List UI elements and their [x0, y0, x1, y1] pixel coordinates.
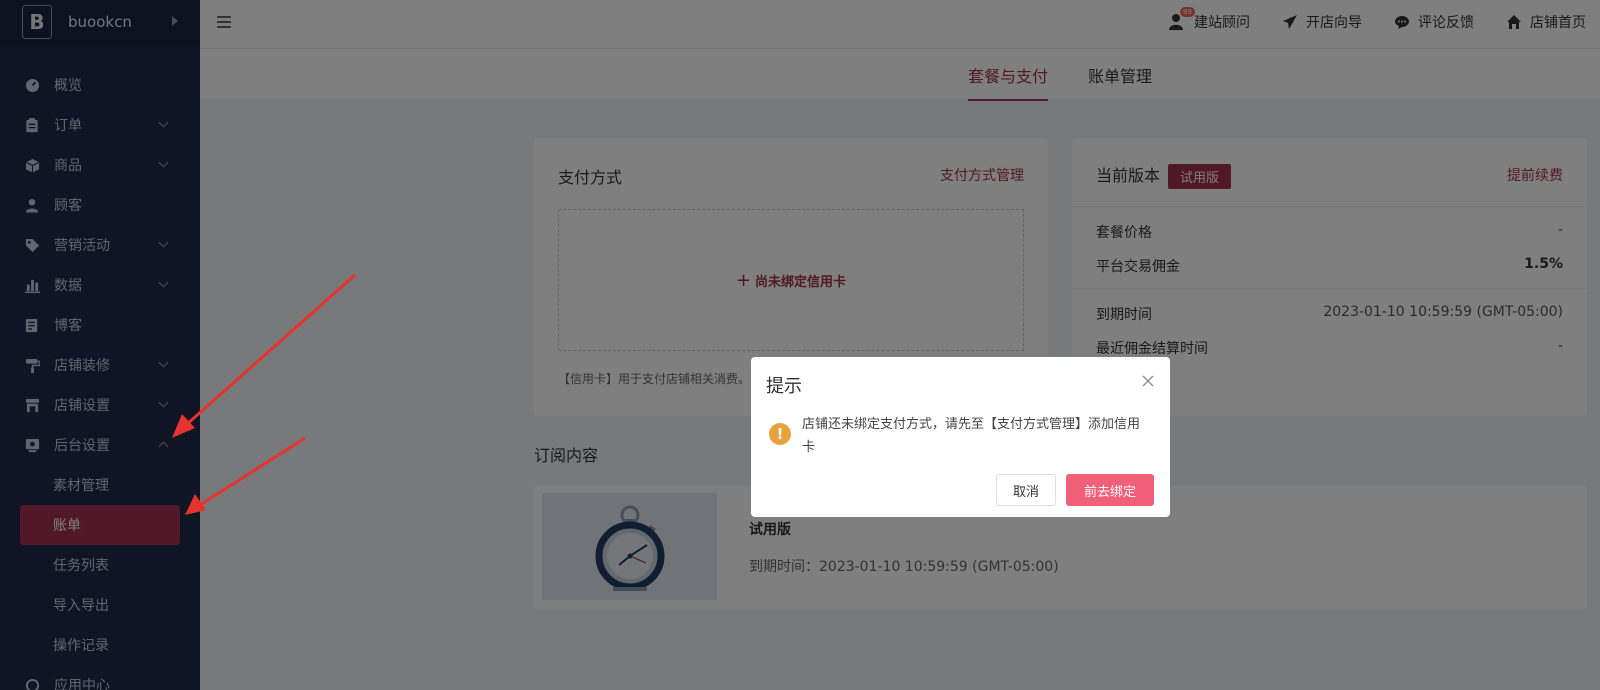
annotation-arrows [172, 273, 356, 515]
dialog-title: 提示 [766, 376, 802, 397]
prompt-dialog: 提示 ! 店铺还未绑定支付方式，请先至【支付方式管理】添加信用卡 取消 前去绑定 [751, 357, 1170, 517]
dialog-message: 店铺还未绑定支付方式，请先至【支付方式管理】添加信用卡 [802, 417, 1141, 455]
go-bind-button[interactable]: 前去绑定 [1066, 474, 1154, 506]
close-icon[interactable] [1141, 374, 1155, 388]
cancel-button[interactable]: 取消 [996, 474, 1056, 506]
annotation-arrow-icon [185, 436, 306, 515]
warning-icon: ! [769, 423, 791, 445]
annotation-arrow-icon [172, 273, 356, 438]
